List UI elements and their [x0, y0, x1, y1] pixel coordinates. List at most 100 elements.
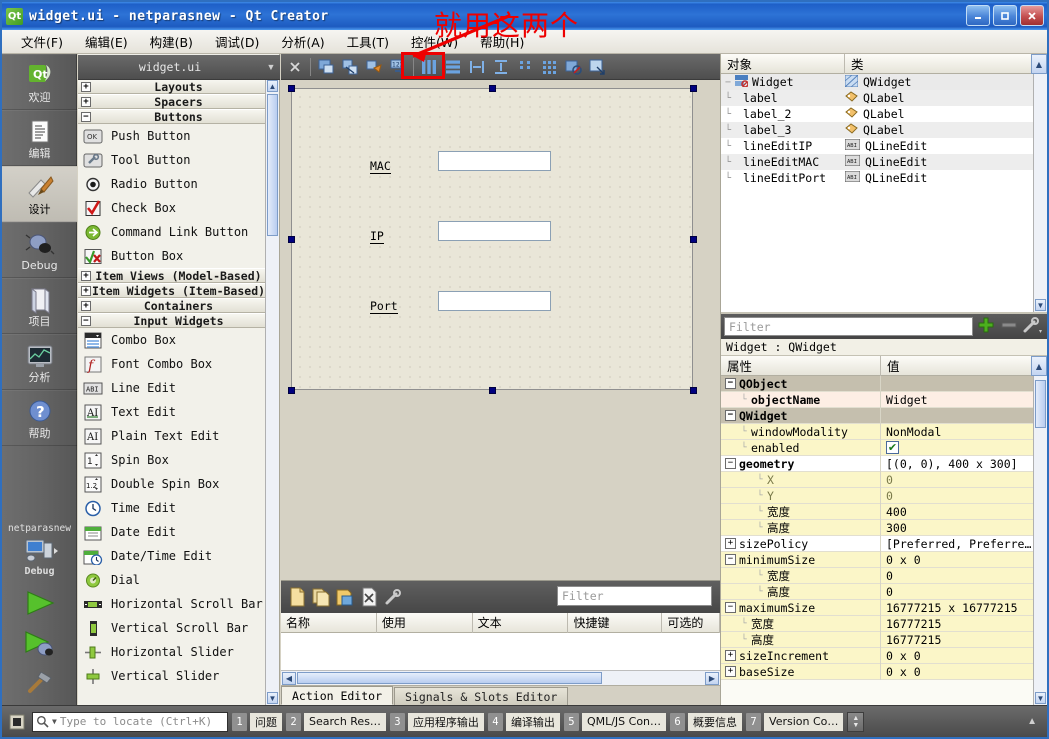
- property-row-geometry-y[interactable]: └ Y 0: [721, 487, 1047, 504]
- widget-item-date-edit[interactable]: Date Edit: [78, 520, 279, 544]
- column-shortcut[interactable]: 快捷键: [568, 612, 663, 633]
- paste-action-icon[interactable]: [334, 586, 356, 608]
- widget-item-font-combo-box[interactable]: f Font Combo Box: [78, 352, 279, 376]
- scroll-down-arrow[interactable]: ▼: [1035, 692, 1046, 704]
- resize-handle-right[interactable]: [690, 236, 697, 243]
- output-pane-general-messages[interactable]: 6 概要信息: [670, 712, 743, 731]
- property-value[interactable]: 0: [886, 489, 893, 503]
- expander-icon[interactable]: −: [725, 378, 736, 389]
- property-row-maximumsize-width[interactable]: └ 宽度 16777215: [721, 615, 1047, 632]
- widget-item-combo-box[interactable]: Combo Box: [78, 328, 279, 352]
- locator-input[interactable]: ▼ Type to locate (Ctrl+K): [32, 711, 228, 732]
- mode-debug[interactable]: Debug: [2, 222, 77, 278]
- document-selector[interactable]: widget.ui ▼: [78, 55, 280, 80]
- widget-item-line-edit[interactable]: ABI Line Edit: [78, 376, 279, 400]
- property-row-objectname[interactable]: └ objectName Widget: [721, 391, 1047, 408]
- column-class[interactable]: 类: [845, 53, 1047, 74]
- resize-handle-bottom-left[interactable]: [288, 387, 295, 394]
- widget-item-tool-button[interactable]: Tool Button: [78, 148, 279, 172]
- property-row-geometry-x[interactable]: └ X 0: [721, 471, 1047, 488]
- copy-action-icon[interactable]: [310, 586, 332, 608]
- action-table-body[interactable]: [281, 633, 720, 670]
- scroll-down-arrow[interactable]: ▼: [267, 692, 278, 704]
- expander-icon[interactable]: −: [725, 554, 736, 565]
- widget-item-button-box[interactable]: Button Box: [78, 244, 279, 268]
- property-scroll-up-arrow[interactable]: ▲: [1031, 356, 1047, 376]
- output-pane-spinner[interactable]: ▲ ▼: [847, 711, 865, 732]
- menu-help[interactable]: 帮助(H): [469, 29, 535, 54]
- widget-category-layouts[interactable]: + Layouts: [78, 79, 279, 94]
- widget-category-item-widgets[interactable]: + Item Widgets (Item-Based): [78, 283, 279, 298]
- property-value[interactable]: 0 x 0: [886, 553, 921, 567]
- layout-splitter-horizontal-icon[interactable]: [466, 56, 488, 78]
- property-value[interactable]: 0: [886, 569, 893, 583]
- widget-category-item-views[interactable]: + Item Views (Model-Based): [78, 268, 279, 283]
- maximize-button[interactable]: [993, 5, 1017, 26]
- resize-handle-top-left[interactable]: [288, 85, 295, 92]
- new-action-icon[interactable]: [286, 586, 308, 608]
- action-horizontal-scrollbar[interactable]: ◀ ▶: [281, 670, 720, 685]
- menu-widgets[interactable]: 控件(W): [400, 29, 469, 54]
- chevron-down-icon[interactable]: ▼: [262, 62, 280, 72]
- form-canvas[interactable]: MAC IP Port: [281, 80, 720, 580]
- property-row-maximumsize[interactable]: − maximumSize 16777215 x 16777215: [721, 599, 1047, 616]
- close-document-button[interactable]: [284, 56, 306, 78]
- form-lineedit-port[interactable]: [438, 291, 551, 311]
- mode-edit[interactable]: 编辑: [2, 110, 77, 166]
- resize-handle-top-center[interactable]: [489, 85, 496, 92]
- enabled-checkbox[interactable]: ✔: [886, 441, 899, 454]
- property-row-maximumsize-height[interactable]: └ 高度 16777215: [721, 631, 1047, 648]
- property-group-qobject[interactable]: − QObject: [721, 376, 1047, 392]
- property-group-qwidget[interactable]: − QWidget: [721, 407, 1047, 424]
- property-value[interactable]: 0 x 0: [886, 665, 921, 679]
- widget-category-input-widgets[interactable]: − Input Widgets: [78, 313, 279, 328]
- widget-category-spacers[interactable]: + Spacers: [78, 94, 279, 109]
- mode-design[interactable]: 设计: [2, 166, 77, 222]
- plus-icon[interactable]: [976, 315, 996, 338]
- property-row-sizepolicy[interactable]: + sizePolicy [Preferred, Preferre…: [721, 535, 1047, 552]
- widget-item-check-box[interactable]: Check Box: [78, 196, 279, 220]
- output-pane-compile-output[interactable]: 4 编译输出: [487, 712, 560, 731]
- table-row[interactable]: └ lineEditPort ABI QLineEdit: [721, 170, 1047, 186]
- table-row[interactable]: └ label_2 QLabel: [721, 106, 1047, 122]
- output-pane-application-output[interactable]: 3 应用程序输出: [389, 712, 484, 731]
- form-label-ip[interactable]: IP: [370, 229, 384, 244]
- tab-action-editor[interactable]: Action Editor: [281, 686, 394, 705]
- scroll-down-arrow[interactable]: ▼: [1035, 299, 1046, 311]
- mode-analyze[interactable]: 分析: [2, 334, 77, 390]
- scroll-right-arrow[interactable]: ▶: [705, 671, 719, 685]
- build-button[interactable]: [2, 669, 77, 695]
- column-property[interactable]: 属性: [721, 355, 881, 376]
- mode-help[interactable]: ? 帮助: [2, 390, 77, 446]
- property-value[interactable]: 0: [886, 473, 893, 487]
- widget-item-horizontal-scroll-bar[interactable]: Horizontal Scroll Bar: [78, 592, 279, 616]
- form-label-mac[interactable]: MAC: [370, 159, 391, 174]
- start-debugging-button[interactable]: [2, 629, 77, 657]
- table-row[interactable]: └ lineEditMAC ABI QLineEdit: [721, 154, 1047, 170]
- widget-item-horizontal-slider[interactable]: Horizontal Slider: [78, 640, 279, 664]
- widget-item-plain-text-edit[interactable]: AI Plain Text Edit: [78, 424, 279, 448]
- layout-vertically-icon[interactable]: [442, 56, 464, 78]
- column-text[interactable]: 文本: [473, 612, 569, 633]
- edit-widgets-icon[interactable]: [315, 56, 337, 78]
- property-filter-input[interactable]: Filter: [724, 317, 973, 336]
- property-rows[interactable]: − QObject └ objectName Widget − QWidget └ wi…: [721, 376, 1047, 705]
- layout-grid-icon[interactable]: [538, 56, 560, 78]
- kit-selector[interactable]: Debug: [2, 536, 77, 577]
- property-value[interactable]: 400: [886, 505, 907, 519]
- minus-icon[interactable]: [999, 315, 1019, 338]
- output-pane-icon[interactable]: [6, 711, 28, 733]
- property-value[interactable]: [(0, 0), 400 x 300]: [886, 457, 1018, 471]
- column-value[interactable]: 值: [881, 355, 1047, 376]
- menu-analyze[interactable]: 分析(A): [270, 29, 335, 54]
- property-row-windowmodality[interactable]: └ windowModality NonModal: [721, 423, 1047, 440]
- widget-item-dial[interactable]: Dial: [78, 568, 279, 592]
- scrollbar-thumb[interactable]: [1035, 380, 1046, 428]
- output-pane-issues[interactable]: 1 问题: [232, 712, 282, 731]
- property-row-geometry-height[interactable]: └ 高度 300: [721, 519, 1047, 536]
- widget-item-text-edit[interactable]: AI Text Edit: [78, 400, 279, 424]
- tree-expander-icon[interactable]: −: [721, 77, 735, 88]
- property-value[interactable]: 300: [886, 521, 907, 535]
- delete-action-icon[interactable]: [358, 586, 380, 608]
- form-lineedit-ip[interactable]: [438, 221, 551, 241]
